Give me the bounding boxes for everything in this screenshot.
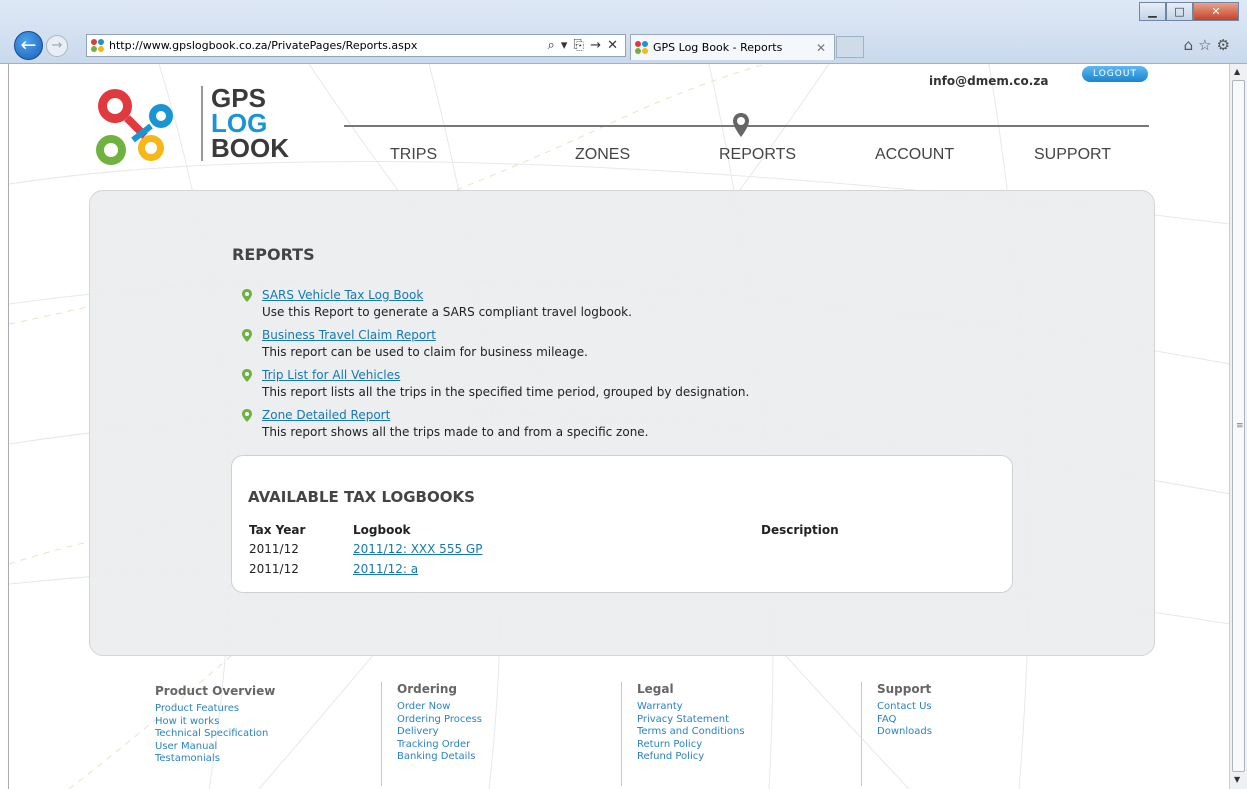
green-pin-icon (242, 329, 252, 342)
footer-title: Ordering (397, 682, 458, 696)
footer-product-overview: Product Overview Product Features How it… (155, 684, 275, 766)
report-desc: This report lists all the trips in the s… (262, 385, 750, 399)
close-window-button[interactable]: ✕ (1193, 2, 1239, 21)
scroll-down-icon[interactable]: ▼ (1234, 775, 1240, 784)
report-item: Zone Detailed Report This report shows a… (242, 407, 649, 441)
footer-link[interactable]: Delivery (397, 726, 482, 739)
footer-link[interactable]: Ordering Process (397, 714, 482, 727)
footer-link[interactable]: Refund Policy (637, 751, 745, 764)
maximize-button[interactable]: □ (1166, 2, 1193, 21)
tab-title: GPS Log Book - Reports (653, 41, 783, 54)
footer-link[interactable]: Privacy Statement (637, 714, 745, 727)
url-text[interactable]: http://www.gpslogbook.co.za/PrivatePages… (109, 39, 547, 52)
browser-chrome: ← → http://www.gpslogbook.co.za/PrivateP… (0, 0, 1247, 64)
tab-close-icon[interactable]: ✕ (816, 41, 834, 55)
footer-link[interactable]: Banking Details (397, 751, 482, 764)
window-controls: ▁ □ ✕ (1139, 2, 1239, 21)
logo-pins-icon (96, 89, 173, 165)
logout-button[interactable]: LOGOUT (1082, 66, 1148, 82)
row-logbook-link[interactable]: 2011/12: a (353, 562, 418, 576)
reports-heading: REPORTS (232, 245, 315, 264)
footer-link[interactable]: Testamonials (155, 753, 275, 766)
tax-logbooks-heading: AVAILABLE TAX LOGBOOKS (248, 488, 475, 506)
footer-link[interactable]: Technical Specification (155, 728, 275, 741)
report-item: Business Travel Claim Report This report… (242, 327, 588, 361)
report-link-trip-list[interactable]: Trip List for All Vehicles (262, 367, 749, 383)
site-favicon-icon (91, 38, 105, 53)
minimize-button[interactable]: ▁ (1139, 2, 1166, 21)
logo-wordmark: GPS LOG BOOK (201, 85, 289, 163)
footer-link[interactable]: FAQ (877, 714, 932, 727)
back-button[interactable]: ← (14, 31, 43, 60)
green-pin-icon (242, 409, 252, 422)
logo-book: BOOK (211, 133, 289, 163)
nav-support[interactable]: SUPPORT (1034, 146, 1111, 164)
footer-link[interactable]: Warranty (637, 701, 745, 714)
footer-link[interactable]: Contact Us (877, 701, 932, 714)
footer-legal: Legal Warranty Privacy Statement Terms a… (621, 682, 745, 786)
address-bar[interactable]: http://www.gpslogbook.co.za/PrivatePages… (86, 34, 626, 57)
forward-arrow-icon: → (51, 38, 63, 53)
tab-favicon-icon (635, 40, 649, 55)
home-favorites-settings-icons[interactable]: ⌂☆⚙ (1184, 36, 1235, 54)
report-desc: Use this Report to generate a SARS compl… (262, 305, 632, 319)
footer-link[interactable]: Return Policy (637, 739, 745, 752)
report-desc: This report can be used to claim for bus… (262, 345, 588, 359)
column-header-description: Description (761, 523, 839, 537)
column-header-logbook: Logbook (353, 523, 411, 537)
nav-reports[interactable]: REPORTS (719, 146, 796, 164)
nav-active-pin-icon (733, 113, 749, 137)
report-item: Trip List for All Vehicles This report l… (242, 367, 750, 401)
forward-button[interactable]: → (46, 35, 68, 57)
row-tax-year: 2011/12 (249, 542, 299, 556)
footer-ordering: Ordering Order Now Ordering Process Deli… (381, 682, 482, 786)
scroll-grip-icon: ≡ (1236, 421, 1244, 431)
tax-logbooks-box: AVAILABLE TAX LOGBOOKS Tax Year Logbook … (231, 455, 1013, 593)
report-link-business-travel[interactable]: Business Travel Claim Report (262, 327, 588, 343)
row-tax-year: 2011/12 (249, 562, 299, 576)
report-link-sars[interactable]: SARS Vehicle Tax Log Book (262, 287, 632, 303)
address-tools-icons[interactable]: ⌕ ▾ ⎘ → ✕ (547, 38, 625, 53)
browser-tab[interactable]: GPS Log Book - Reports ✕ (630, 34, 835, 60)
footer-title: Support (877, 682, 932, 696)
main-panel: REPORTS SARS Vehicle Tax Log Book Use th… (89, 190, 1155, 656)
footer-title: Product Overview (155, 684, 276, 698)
footer-link[interactable]: User Manual (155, 741, 275, 754)
gps-logbook-logo[interactable]: GPS LOG BOOK (89, 84, 289, 174)
report-link-zone-detailed[interactable]: Zone Detailed Report (262, 407, 649, 423)
row-logbook-link[interactable]: 2011/12: XXX 555 GP (353, 542, 482, 556)
footer-title: Legal (637, 682, 674, 696)
user-email: info@dmem.co.za (929, 74, 1049, 88)
nav-trips[interactable]: TRIPS (390, 146, 437, 164)
column-header-tax-year: Tax Year (249, 523, 306, 537)
footer-link[interactable]: Downloads (877, 726, 932, 739)
vertical-scrollbar[interactable]: ▲ ≡ ▼ (1229, 64, 1247, 789)
scroll-up-icon[interactable]: ▲ (1234, 67, 1240, 76)
back-arrow-icon: ← (20, 34, 37, 56)
nav-zones[interactable]: ZONES (575, 146, 630, 164)
report-desc: This report shows all the trips made to … (262, 425, 649, 439)
footer-support: Support Contact Us FAQ Downloads (861, 682, 932, 786)
green-pin-icon (242, 289, 252, 302)
scroll-thumb[interactable]: ≡ (1232, 80, 1245, 772)
footer-link[interactable]: How it works (155, 716, 275, 729)
nav-account[interactable]: ACCOUNT (875, 146, 954, 164)
footer-link[interactable]: Order Now (397, 701, 482, 714)
page-viewport: GPS LOG BOOK info@dmem.co.za LOGOUT TRIP… (8, 64, 1229, 789)
footer-link[interactable]: Terms and Conditions (637, 726, 745, 739)
footer-link[interactable]: Product Features (155, 703, 275, 716)
footer-link[interactable]: Tracking Order (397, 739, 482, 752)
green-pin-icon (242, 369, 252, 382)
report-item: SARS Vehicle Tax Log Book Use this Repor… (242, 287, 632, 321)
new-tab-button[interactable] (836, 36, 864, 58)
